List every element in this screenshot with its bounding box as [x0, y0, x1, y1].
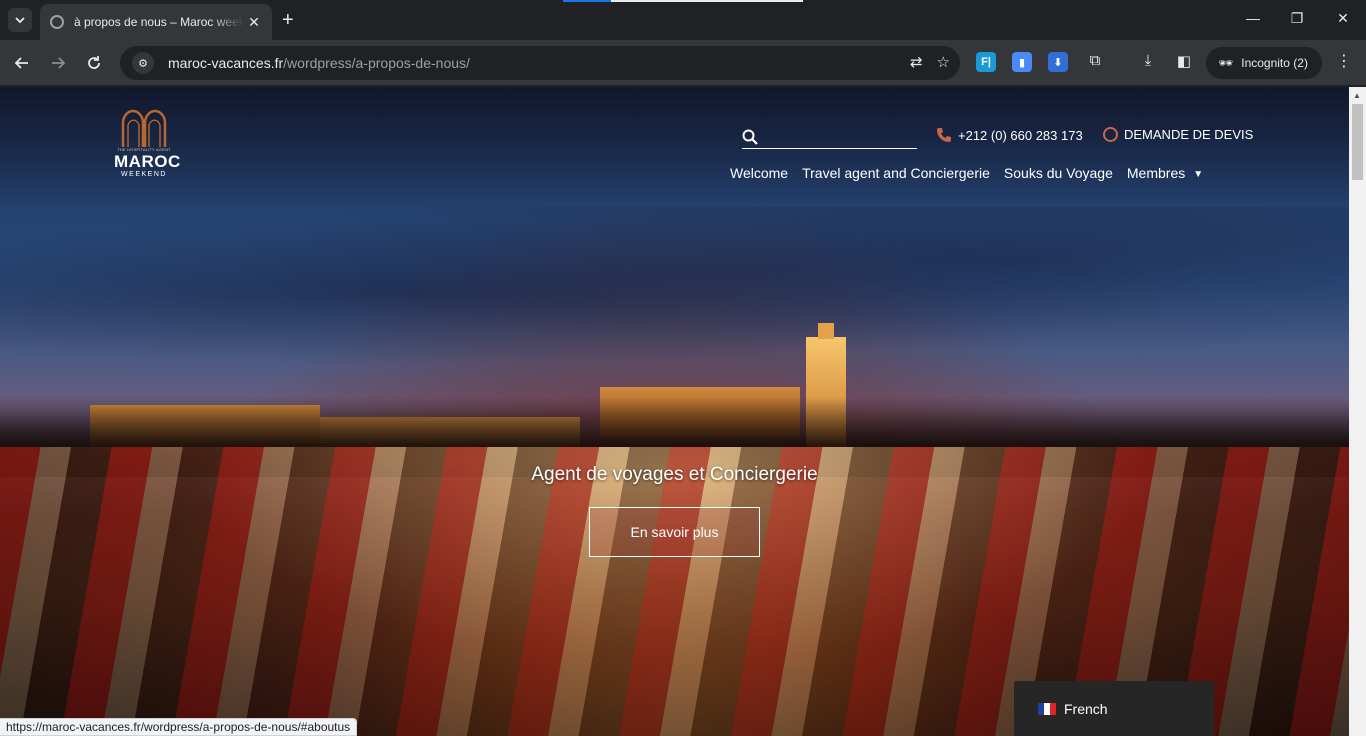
close-window-button[interactable]: ✕ — [1320, 10, 1366, 27]
header-backdrop — [0, 87, 1349, 207]
side-panel-icon[interactable]: ◧ — [1173, 52, 1195, 70]
language-label: French — [1064, 701, 1108, 717]
arrow-left-icon — [14, 57, 28, 69]
download-icon[interactable]: ⤓ — [1137, 52, 1159, 69]
back-button[interactable] — [10, 51, 34, 75]
tab-title: à propos de nous – Maroc weekend — [74, 15, 244, 29]
incognito-indicator[interactable]: 🕶 Incognito (2) — [1206, 47, 1322, 79]
hero-title: Agent de voyages et Conciergerie — [531, 464, 818, 485]
nav-item-souks[interactable]: Souks du Voyage — [1004, 165, 1113, 181]
extensions-puzzle-icon[interactable]: ⧉ — [1084, 52, 1106, 69]
learn-more-button[interactable]: En savoir plus — [589, 507, 760, 557]
search-input[interactable] — [764, 125, 914, 147]
incognito-icon: 🕶 — [1218, 56, 1234, 70]
scroll-up-icon[interactable]: ▲ — [1353, 91, 1361, 100]
quote-request-link[interactable]: DEMANDE DE DEVIS — [1103, 127, 1253, 142]
nav-item-travel-agent[interactable]: Travel agent and Conciergerie — [802, 165, 990, 181]
translate-icon[interactable]: ⇄ — [910, 53, 923, 71]
browser-toolbar: ⚙ maroc-vacances.fr/wordpress/a-propos-d… — [0, 40, 1366, 86]
hero-sky — [0, 207, 1349, 377]
nav-item-membres-label: Membres — [1126, 165, 1186, 181]
extension-docs-icon[interactable]: ▮ — [1012, 52, 1032, 72]
incognito-label: Incognito (2) — [1241, 56, 1308, 70]
bookmark-star-icon[interactable]: ☆ — [937, 53, 950, 71]
extension-f-icon[interactable]: F| — [976, 52, 996, 72]
minimize-button[interactable]: — — [1230, 10, 1276, 26]
address-url[interactable]: maroc-vacances.fr/wordpress/a-propos-de-… — [168, 55, 470, 71]
url-domain: maroc-vacances.fr — [168, 55, 284, 71]
arrow-right-icon — [52, 57, 66, 69]
logo-sub: WEEKEND — [121, 171, 167, 178]
quote-label: DEMANDE DE DEVIS — [1124, 127, 1254, 142]
url-path: /wordpress/a-propos-de-nous/ — [283, 55, 470, 71]
restore-button[interactable]: ❐ — [1274, 10, 1320, 27]
address-bar[interactable]: ⚙ maroc-vacances.fr/wordpress/a-propos-d… — [120, 46, 960, 80]
caret-down-icon: ▼ — [1193, 169, 1204, 180]
french-flag-icon — [1038, 703, 1056, 715]
link-status-bar: https://maroc-vacances.fr/wordpress/a-pr… — [0, 718, 358, 736]
nav-item-welcome[interactable]: Welcome — [730, 165, 788, 181]
browser-menu-icon[interactable]: ⋮ — [1336, 51, 1352, 71]
globe-icon — [50, 15, 64, 29]
main-navigation: Welcome Travel agent and Conciergerie So… — [730, 165, 1203, 181]
logo-name: MAROC — [114, 152, 181, 171]
extension-save-icon[interactable]: ⬇ — [1048, 52, 1068, 72]
phone-contact[interactable]: +212 (0) 660 283 173 — [936, 127, 1083, 143]
site-settings-icon[interactable]: ⚙ — [132, 52, 154, 74]
new-tab-button[interactable]: + — [282, 10, 294, 30]
tab-loading-indicator — [563, 0, 803, 2]
forward-button[interactable] — [46, 51, 70, 75]
reload-icon — [88, 56, 100, 69]
page-scrollbar[interactable]: ▲ — [1349, 87, 1366, 736]
page-viewport: THE HOSPITALITY AGENT MAROC WEEKEND +212… — [0, 87, 1349, 736]
tab-strip: à propos de nous – Maroc weekend ✕ + — ❐… — [0, 0, 1366, 40]
site-search — [742, 125, 917, 149]
tab-search-button[interactable] — [8, 8, 32, 32]
scrollbar-thumb[interactable] — [1352, 104, 1363, 180]
site-logo[interactable]: THE HOSPITALITY AGENT MAROC WEEKEND — [114, 107, 181, 179]
search-icon[interactable] — [742, 129, 758, 145]
close-tab-icon[interactable]: ✕ — [246, 14, 262, 31]
reload-button[interactable] — [82, 51, 106, 75]
circle-icon — [1103, 127, 1118, 142]
language-switcher[interactable]: French — [1014, 681, 1214, 736]
logo-arch-icon — [121, 109, 167, 147]
browser-tab-active[interactable]: à propos de nous – Maroc weekend ✕ — [40, 4, 272, 40]
nav-item-membres[interactable]: Membres ▼ — [1127, 165, 1203, 181]
phone-number: +212 (0) 660 283 173 — [958, 127, 1083, 143]
phone-icon — [937, 128, 951, 142]
chevron-down-icon — [15, 17, 25, 24]
